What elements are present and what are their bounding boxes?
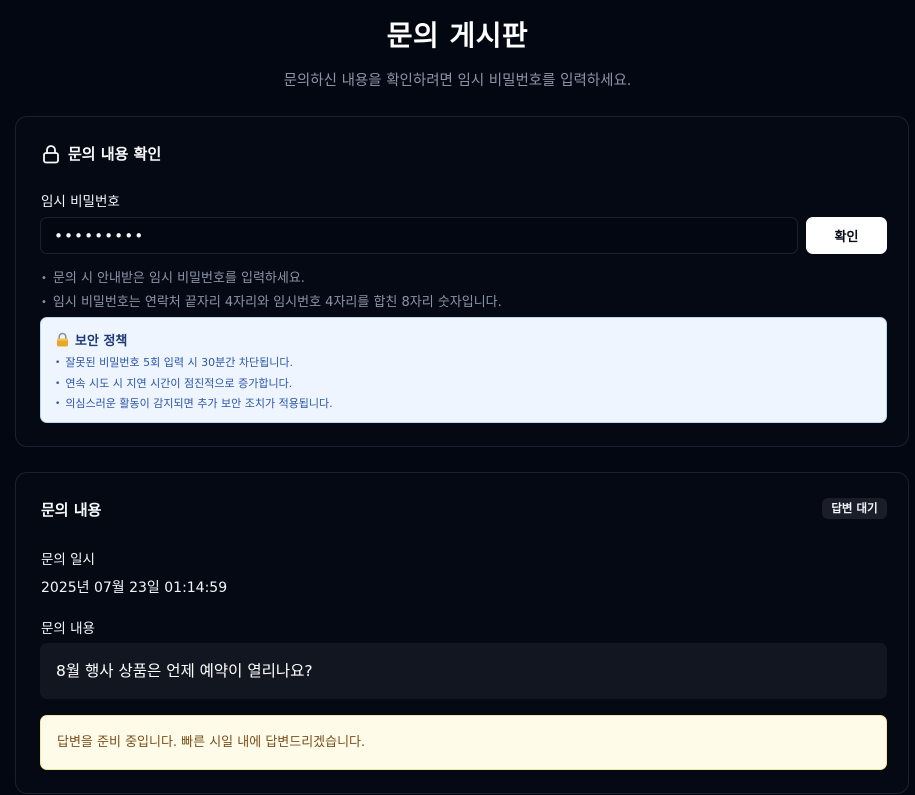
hint-item: 문의 시 안내받은 임시 비밀번호를 입력하세요.: [41, 270, 502, 294]
policy-item: 잘못된 비밀번호 5회 입력 시 30분간 차단됩니다.: [55, 354, 872, 375]
inquiry-content-label: 문의 내용: [41, 621, 95, 637]
hint-item: 임시 비밀번호는 연락처 끝자리 4자리와 임시번호 4자리를 합친 8자리 숫…: [41, 294, 502, 318]
answer-pending-notice: 답변을 준비 중입니다. 빠른 시일 내에 답변드리겠습니다.: [40, 715, 887, 770]
password-label: 임시 비밀번호: [41, 194, 120, 210]
security-policy-header: 보안 정책: [55, 330, 872, 349]
verify-card: 문의 내용 확인 임시 비밀번호 확인 문의 시 안내받은 임시 비밀번호를 입…: [15, 116, 909, 447]
padlock-icon: [55, 332, 70, 347]
policy-item: 의심스러운 활동이 감지되면 추가 보안 조치가 적용됩니다.: [55, 395, 872, 416]
page: 문의 게시판 문의하신 내용을 확인하려면 임시 비밀번호를 입력하세요. 문의…: [0, 0, 915, 795]
password-input[interactable]: [40, 217, 798, 254]
confirm-button[interactable]: 확인: [806, 217, 887, 254]
inquiry-content-box: 8월 행사 상품은 언제 예약이 열리나요?: [40, 643, 887, 699]
page-subtitle: 문의하신 내용을 확인하려면 임시 비밀번호를 입력하세요.: [283, 73, 632, 89]
inquiry-card-title: 문의 내용: [41, 501, 102, 519]
security-policy-box: 보안 정책 잘못된 비밀번호 5회 입력 시 30분간 차단됩니다. 연속 시도…: [40, 317, 887, 423]
inquiry-date-label: 문의 일시: [41, 552, 95, 568]
verify-card-title: 문의 내용 확인: [68, 145, 162, 163]
inquiry-date-value: 2025년 07월 23일 01:14:59: [41, 580, 228, 596]
page-title: 문의 게시판: [386, 19, 529, 52]
status-badge: 답변 대기: [822, 498, 887, 519]
lock-icon: [41, 144, 61, 164]
inquiry-card: 문의 내용 답변 대기 문의 일시 2025년 07월 23일 01:14:59…: [15, 472, 909, 794]
security-policy-list: 잘못된 비밀번호 5회 입력 시 30분간 차단됩니다. 연속 시도 시 지연 …: [55, 354, 872, 416]
hint-list: 문의 시 안내받은 임시 비밀번호를 입력하세요. 임시 비밀번호는 연락처 끝…: [41, 270, 502, 318]
policy-item: 연속 시도 시 지연 시간이 점진적으로 증가합니다.: [55, 375, 872, 396]
security-policy-title: 보안 정책: [75, 334, 128, 349]
verify-card-header: 문의 내용 확인: [41, 143, 161, 164]
